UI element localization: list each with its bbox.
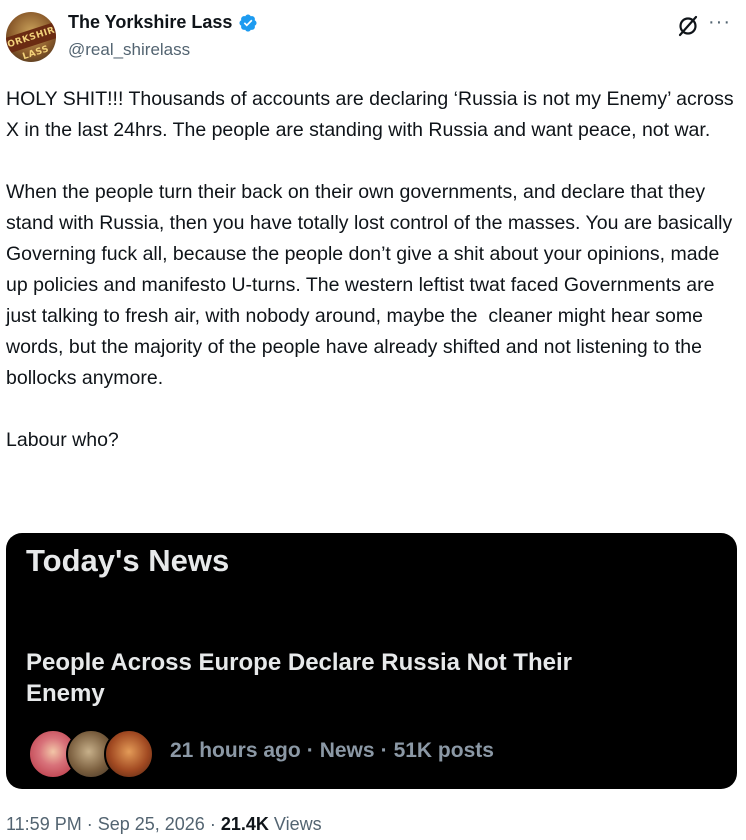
views-count: 21.4K — [220, 814, 269, 834]
avatar[interactable]: YORKSHIRE LASS — [6, 12, 56, 62]
news-card-category: News — [319, 739, 375, 762]
views-label: Views — [273, 814, 322, 834]
news-card-posts: 51K posts — [393, 739, 494, 762]
news-card-headline[interactable]: People Across Europe Declare Russia Not … — [26, 647, 626, 709]
grok-icon[interactable] — [676, 14, 700, 38]
separator-dot: · — [86, 814, 93, 834]
tweet-paragraph: When the people turn their back on their… — [6, 181, 738, 389]
news-card-time: 21 hours ago — [170, 739, 301, 762]
news-card-avatars — [28, 729, 168, 779]
separator-dot: · — [306, 739, 314, 762]
tweet-footer: 11:59 PM · Sep 25, 2026 · 21.4K Views — [6, 814, 322, 835]
author-handle[interactable]: @real_shirelass — [68, 40, 190, 60]
tweet-text: HOLY SHIT!!! Thousands of accounts are d… — [6, 84, 740, 456]
tweet-paragraph: HOLY SHIT!!! Thousands of accounts are d… — [6, 88, 740, 141]
tweet: YORKSHIRE LASS The Yorkshire Lass @real_… — [0, 0, 746, 840]
avatar-logo-text: YORKSHIRE LASS — [6, 20, 56, 62]
avatar — [104, 729, 154, 779]
tweet-time[interactable]: 11:59 PM — [6, 814, 82, 834]
author-name-row: The Yorkshire Lass — [68, 12, 258, 33]
tweet-paragraph: Labour who? — [6, 429, 119, 451]
news-card[interactable]: Today's News People Across Europe Declar… — [6, 533, 737, 789]
separator-dot: · — [380, 739, 388, 762]
separator-dot: · — [209, 814, 216, 834]
author-display-name[interactable]: The Yorkshire Lass — [68, 12, 232, 33]
news-card-title: Today's News — [26, 543, 230, 578]
verified-badge-icon[interactable] — [238, 13, 258, 33]
more-icon[interactable]: ··· — [708, 12, 731, 32]
tweet-date[interactable]: Sep 25, 2026 — [98, 814, 205, 834]
news-card-meta: 21 hours ago · News · 51K posts — [170, 739, 494, 763]
